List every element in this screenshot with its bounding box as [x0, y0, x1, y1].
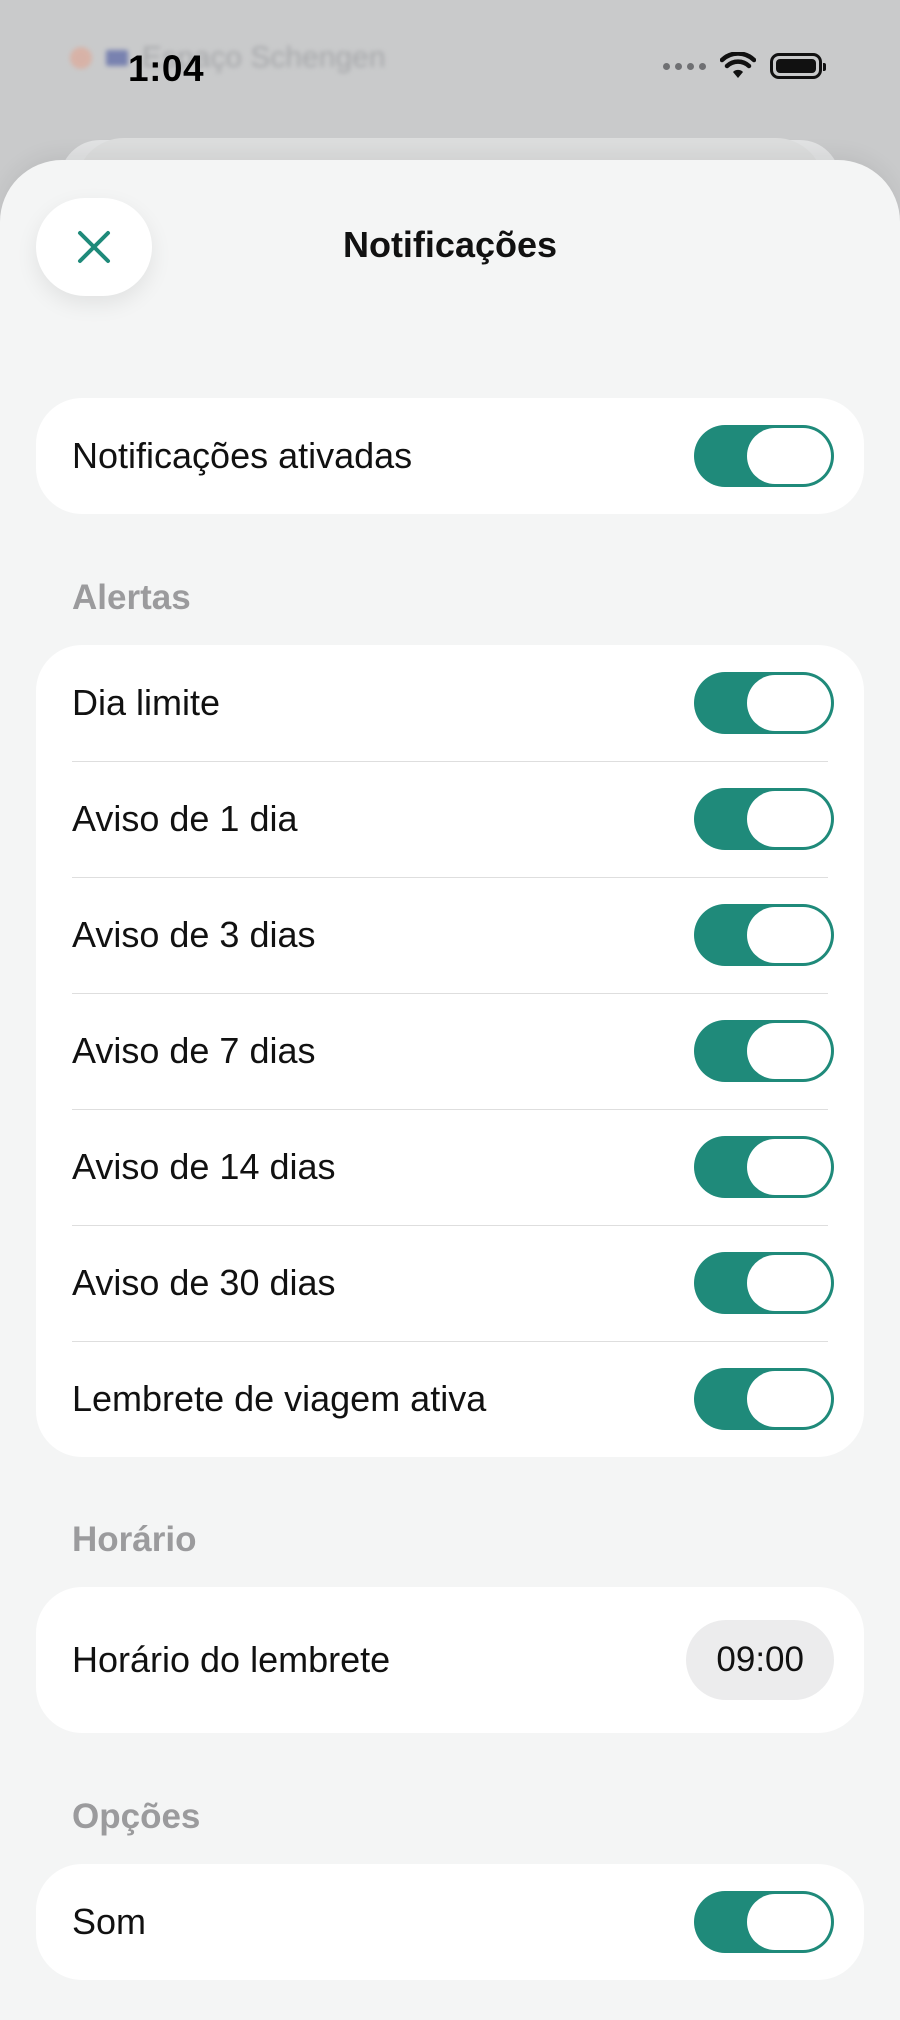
sound-toggle[interactable] [694, 1891, 834, 1953]
alert-label: Dia limite [72, 682, 221, 723]
alert-toggle-30-dias[interactable] [694, 1252, 834, 1314]
alert-toggle-dia-limite[interactable] [694, 672, 834, 734]
notifications-enabled-label: Notificações ativadas [72, 435, 413, 476]
notifications-enabled-toggle[interactable] [694, 425, 834, 487]
alert-label: Aviso de 1 dia [72, 798, 298, 839]
reminder-time-label: Horário do lembrete [72, 1639, 391, 1680]
battery-icon [770, 53, 826, 79]
notifications-enabled-row: Notificações ativadas [36, 398, 864, 514]
notifications-sheet: Notificações Notificações ativadas Alert… [0, 160, 900, 2020]
page-title: Notificações [342, 224, 558, 265]
master-toggle-card: Notificações ativadas [36, 398, 864, 514]
alert-row-dia-limite: Dia limite [36, 645, 864, 761]
options-card: Som [36, 1864, 864, 1980]
reminder-time-row: Horário do lembrete 09:00 [36, 1587, 864, 1733]
option-row-sound: Som [36, 1864, 864, 1980]
alert-label: Aviso de 14 dias [72, 1146, 336, 1187]
alert-toggle-7-dias[interactable] [694, 1020, 834, 1082]
wifi-icon [720, 52, 756, 78]
background-dot-icon [70, 47, 92, 69]
alert-label: Aviso de 3 dias [72, 914, 316, 955]
status-icons [663, 52, 826, 80]
section-header-alerts: Alertas [72, 578, 191, 617]
alert-toggle-active-trip[interactable] [694, 1368, 834, 1430]
background-list-item: Espaço Schengen [70, 38, 386, 78]
alert-toggle-1-dia[interactable] [694, 788, 834, 850]
section-header-options: Opções [72, 1797, 201, 1836]
flag-icon [106, 50, 128, 66]
alert-row-7-dias: Aviso de 7 dias [36, 993, 864, 1109]
signal-icon [663, 62, 706, 70]
alert-row-active-trip: Lembrete de viagem ativa [36, 1341, 864, 1457]
alert-toggle-3-dias[interactable] [694, 904, 834, 966]
schedule-card: Horário do lembrete 09:00 [36, 1587, 864, 1733]
alert-label: Lembrete de viagem ativa [72, 1378, 487, 1419]
alert-row-30-dias: Aviso de 30 dias [36, 1225, 864, 1341]
option-label: Som [72, 1901, 147, 1942]
alert-toggle-14-dias[interactable] [694, 1136, 834, 1198]
alert-label: Aviso de 7 dias [72, 1030, 316, 1071]
status-time: 1:04 [128, 48, 205, 89]
section-header-schedule: Horário [72, 1520, 197, 1559]
alert-label: Aviso de 30 dias [72, 1262, 336, 1303]
alert-row-14-dias: Aviso de 14 dias [36, 1109, 864, 1225]
reminder-time-picker[interactable]: 09:00 [686, 1620, 834, 1700]
alert-row-3-dias: Aviso de 3 dias [36, 877, 864, 993]
alert-row-1-dia: Aviso de 1 dia [36, 761, 864, 877]
alerts-card: Dia limite Aviso de 1 dia Aviso de 3 dia… [36, 645, 864, 1457]
